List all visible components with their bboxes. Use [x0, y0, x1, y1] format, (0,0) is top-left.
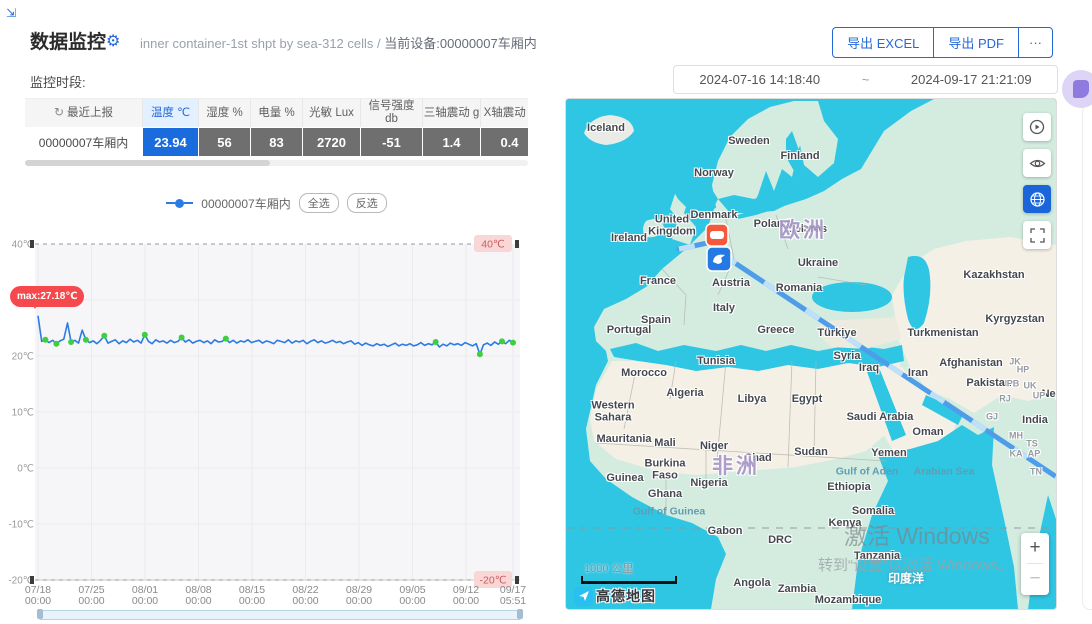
column-header-6[interactable]: 三轴震动 g — [423, 98, 481, 127]
svg-text:08/1500:00: 08/1500:00 — [239, 584, 265, 607]
legend-series-name[interactable]: 00000007车厢内 — [201, 195, 290, 212]
export-excel-button[interactable]: 导出 EXCEL — [832, 27, 934, 58]
table-horizontal-scrollbar[interactable] — [25, 160, 528, 166]
alert-point — [499, 338, 505, 344]
alert-point — [101, 333, 107, 339]
datazoom-left-handle[interactable] — [37, 609, 43, 619]
map-control-eye-icon[interactable] — [1023, 149, 1051, 177]
windows-watermark-line2: 转到“设置”以激活 Windows。 — [818, 554, 1013, 575]
max-value-annotation: max:27.18℃ — [10, 286, 84, 307]
svg-text:08/2900:00: 08/2900:00 — [346, 584, 372, 607]
map-control-globe-icon[interactable] — [1023, 185, 1051, 213]
zoom-in-button[interactable]: + — [1029, 533, 1040, 563]
column-header-4[interactable]: 光敏 Lux — [303, 98, 361, 127]
map-control-expand-icon[interactable] — [1023, 221, 1051, 249]
table-header-row: ↻最近上报温度 ℃湿度 %电量 %光敏 Lux信号强度 db三轴震动 gX轴震动… — [25, 98, 528, 127]
breadcrumb-device: 当前设备:00000007车厢内 — [384, 36, 536, 51]
metric-cell-1[interactable]: 56 — [199, 127, 251, 156]
windows-watermark-line1: 激活 Windows — [844, 517, 990, 551]
svg-text:09/1705:51: 09/1705:51 — [500, 584, 526, 607]
map-control-play-icon[interactable] — [1023, 113, 1051, 141]
legend-marker[interactable] — [166, 199, 193, 208]
date-range-tilde: ~ — [846, 72, 886, 87]
export-button-group: 导出 EXCEL 导出 PDF ··· — [832, 27, 1053, 58]
collapse-panel-icon[interactable]: ⇲ — [6, 6, 22, 22]
more-actions-button[interactable]: ··· — [1018, 27, 1053, 58]
export-pdf-button[interactable]: 导出 PDF — [933, 27, 1019, 58]
svg-text:20℃: 20℃ — [12, 352, 34, 363]
metric-cell-5[interactable]: 1.4 — [423, 127, 481, 156]
chart-legend: 00000007车厢内 全选 反选 — [25, 193, 528, 213]
column-header-1[interactable]: 温度 ℃ — [143, 98, 199, 127]
svg-text:07/2500:00: 07/2500:00 — [78, 584, 104, 607]
breadcrumb-separator: / — [377, 36, 381, 51]
map-zoom-control: + − — [1021, 533, 1049, 595]
metric-cell-3[interactable]: 2720 — [303, 127, 361, 156]
alert-point — [223, 336, 229, 342]
assistant-icon — [1073, 80, 1089, 98]
svg-text:09/1200:00: 09/1200:00 — [453, 584, 479, 607]
metric-cell-4[interactable]: -51 — [361, 127, 423, 156]
metric-cell-6[interactable]: 0.4 — [481, 127, 528, 156]
right-collapsed-panel — [1082, 104, 1092, 610]
svg-text:0℃: 0℃ — [17, 464, 34, 475]
date-range-picker[interactable]: 2024-07-16 14:18:40 ~ 2024-09-17 21:21:0… — [673, 65, 1058, 94]
refresh-icon: ↻ — [54, 106, 64, 119]
alert-point — [142, 332, 148, 338]
chart-svg[interactable]: 40℃30℃20℃10℃0℃-10℃-20℃40℃-20℃07/1800:000… — [8, 230, 528, 619]
alert-point — [83, 337, 89, 343]
metric-cell-0[interactable]: 23.94 — [143, 127, 199, 156]
alert-point — [179, 335, 185, 341]
metric-cell-2[interactable]: 83 — [251, 127, 303, 156]
column-header-0[interactable]: ↻最近上报 — [25, 98, 143, 127]
column-header-2[interactable]: 湿度 % — [199, 98, 251, 127]
device-name-cell: 00000007车厢内 — [25, 127, 143, 156]
start-date-value[interactable]: 2024-07-16 14:18:40 — [674, 72, 846, 87]
select-all-button[interactable]: 全选 — [299, 193, 339, 213]
column-header-5[interactable]: 信号强度 db — [361, 98, 423, 127]
map-canvas[interactable]: IcelandSwedenNorwayFinlandDenmarkUnited … — [565, 98, 1057, 610]
end-date-value[interactable]: 2024-09-17 21:21:09 — [886, 72, 1058, 87]
svg-text:08/0800:00: 08/0800:00 — [185, 584, 211, 607]
gear-icon[interactable]: ⚙ — [106, 31, 120, 51]
alert-point — [42, 337, 48, 343]
breadcrumb-project: inner container-1st shpt by sea-312 cell… — [140, 36, 373, 51]
assistant-widget[interactable] — [1062, 70, 1092, 108]
table-data-row: 00000007车厢内23.9456832720-511.40.40.6 — [25, 127, 528, 156]
amap-logo[interactable]: 高德地图 — [574, 586, 656, 606]
svg-text:10℃: 10℃ — [12, 408, 34, 419]
svg-text:-10℃: -10℃ — [8, 520, 34, 531]
map-scale-bar — [581, 576, 677, 584]
alert-point — [477, 351, 483, 357]
amap-plane-icon — [574, 587, 593, 606]
alert-point — [510, 340, 516, 346]
datazoom-right-handle[interactable] — [517, 609, 523, 619]
temperature-chart[interactable]: 40℃30℃20℃10℃0℃-10℃-20℃40℃-20℃07/1800:000… — [8, 230, 528, 619]
alert-point — [53, 341, 59, 347]
svg-text:07/1800:00: 07/1800:00 — [25, 584, 51, 607]
amap-logo-text: 高德地图 — [596, 586, 656, 606]
device-marker — [707, 247, 731, 271]
zoom-out-button[interactable]: − — [1029, 564, 1040, 593]
metrics-table: ↻最近上报温度 ℃湿度 %电量 %光敏 Lux信号强度 db三轴震动 gX轴震动… — [25, 98, 528, 156]
period-label: 监控时段: — [30, 72, 86, 91]
scrollbar-thumb[interactable] — [25, 160, 270, 166]
column-header-3[interactable]: 电量 % — [251, 98, 303, 127]
breadcrumb: inner container-1st shpt by sea-312 cell… — [140, 33, 537, 52]
vehicle-marker — [706, 224, 728, 246]
map-scale-text: 1000 公里 — [584, 560, 634, 576]
page-title: 数据监控 — [30, 27, 106, 54]
svg-text:08/0100:00: 08/0100:00 — [132, 584, 158, 607]
svg-text:09/0500:00: 09/0500:00 — [399, 584, 425, 607]
column-header-7[interactable]: X轴震动 g — [481, 98, 528, 127]
alert-point — [68, 339, 74, 345]
svg-text:40℃: 40℃ — [481, 239, 504, 251]
alert-point — [433, 339, 439, 345]
invert-select-button[interactable]: 反选 — [347, 193, 387, 213]
svg-text:08/2200:00: 08/2200:00 — [292, 584, 318, 607]
